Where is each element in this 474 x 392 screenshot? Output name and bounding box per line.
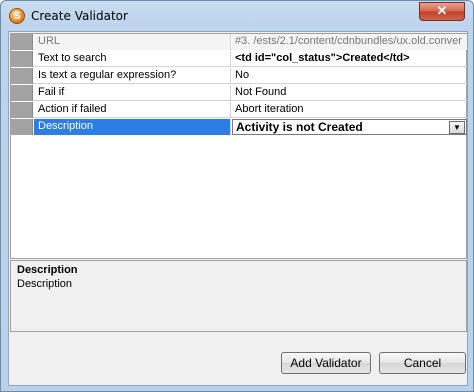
property-row-fail-if[interactable]: Fail if Not Found xyxy=(11,85,467,101)
chevron-down-icon: ▼ xyxy=(453,123,461,132)
row-gutter xyxy=(11,51,33,67)
property-row-action-if-failed[interactable]: Action if failed Abort iteration xyxy=(11,102,467,118)
row-gutter xyxy=(11,102,33,118)
description-panel-title: Description xyxy=(17,264,78,276)
title-bar[interactable]: S Create Validator ✕ xyxy=(1,1,473,31)
row-gutter xyxy=(11,34,33,50)
close-button[interactable]: ✕ xyxy=(419,2,465,21)
description-panel: Description Description xyxy=(10,260,467,332)
property-name: Action if failed xyxy=(34,102,231,118)
property-name: Is text a regular expression? xyxy=(34,68,231,84)
close-icon: ✕ xyxy=(436,3,448,18)
property-row-description[interactable]: Description Activity is not Created ▼ xyxy=(11,119,467,135)
description-value-text[interactable]: Activity is not Created xyxy=(236,120,363,134)
cancel-button[interactable]: Cancel xyxy=(379,352,466,374)
dialog-body: URL #3. /ests/2.1/content/cdnbundles/ux.… xyxy=(8,31,468,386)
row-gutter xyxy=(11,119,33,135)
property-name: Fail if xyxy=(34,85,231,101)
property-value-fail-if[interactable]: Not Found xyxy=(232,85,467,101)
property-name: Description xyxy=(34,119,231,135)
property-row-text-to-search[interactable]: Text to search <td id="col_status">Creat… xyxy=(11,51,467,67)
property-name: URL xyxy=(34,34,231,50)
property-value-text-to-search[interactable]: <td id="col_status">Created</td> xyxy=(232,51,467,67)
property-name: Text to search xyxy=(34,51,231,67)
app-logo-icon: S xyxy=(9,8,25,24)
property-value-action-if-failed[interactable]: Abort iteration xyxy=(232,102,467,118)
create-validator-dialog: S Create Validator ✕ URL #3. /ests/2.1/c… xyxy=(0,0,474,392)
description-panel-body: Description xyxy=(17,278,73,290)
property-value-description[interactable]: Activity is not Created ▼ xyxy=(232,119,467,135)
property-row-regex[interactable]: Is text a regular expression? No xyxy=(11,68,467,84)
add-validator-button[interactable]: Add Validator xyxy=(281,352,371,374)
row-gutter xyxy=(11,68,33,84)
row-gutter xyxy=(11,85,33,101)
property-row-url[interactable]: URL #3. /ests/2.1/content/cdnbundles/ux.… xyxy=(11,34,467,50)
property-value-url[interactable]: #3. /ests/2.1/content/cdnbundles/ux.old.… xyxy=(232,34,467,50)
window-title: Create Validator xyxy=(31,9,128,23)
property-value-regex[interactable]: No xyxy=(232,68,467,84)
dropdown-button[interactable]: ▼ xyxy=(449,121,465,134)
property-grid: URL #3. /ests/2.1/content/cdnbundles/ux.… xyxy=(10,33,467,259)
